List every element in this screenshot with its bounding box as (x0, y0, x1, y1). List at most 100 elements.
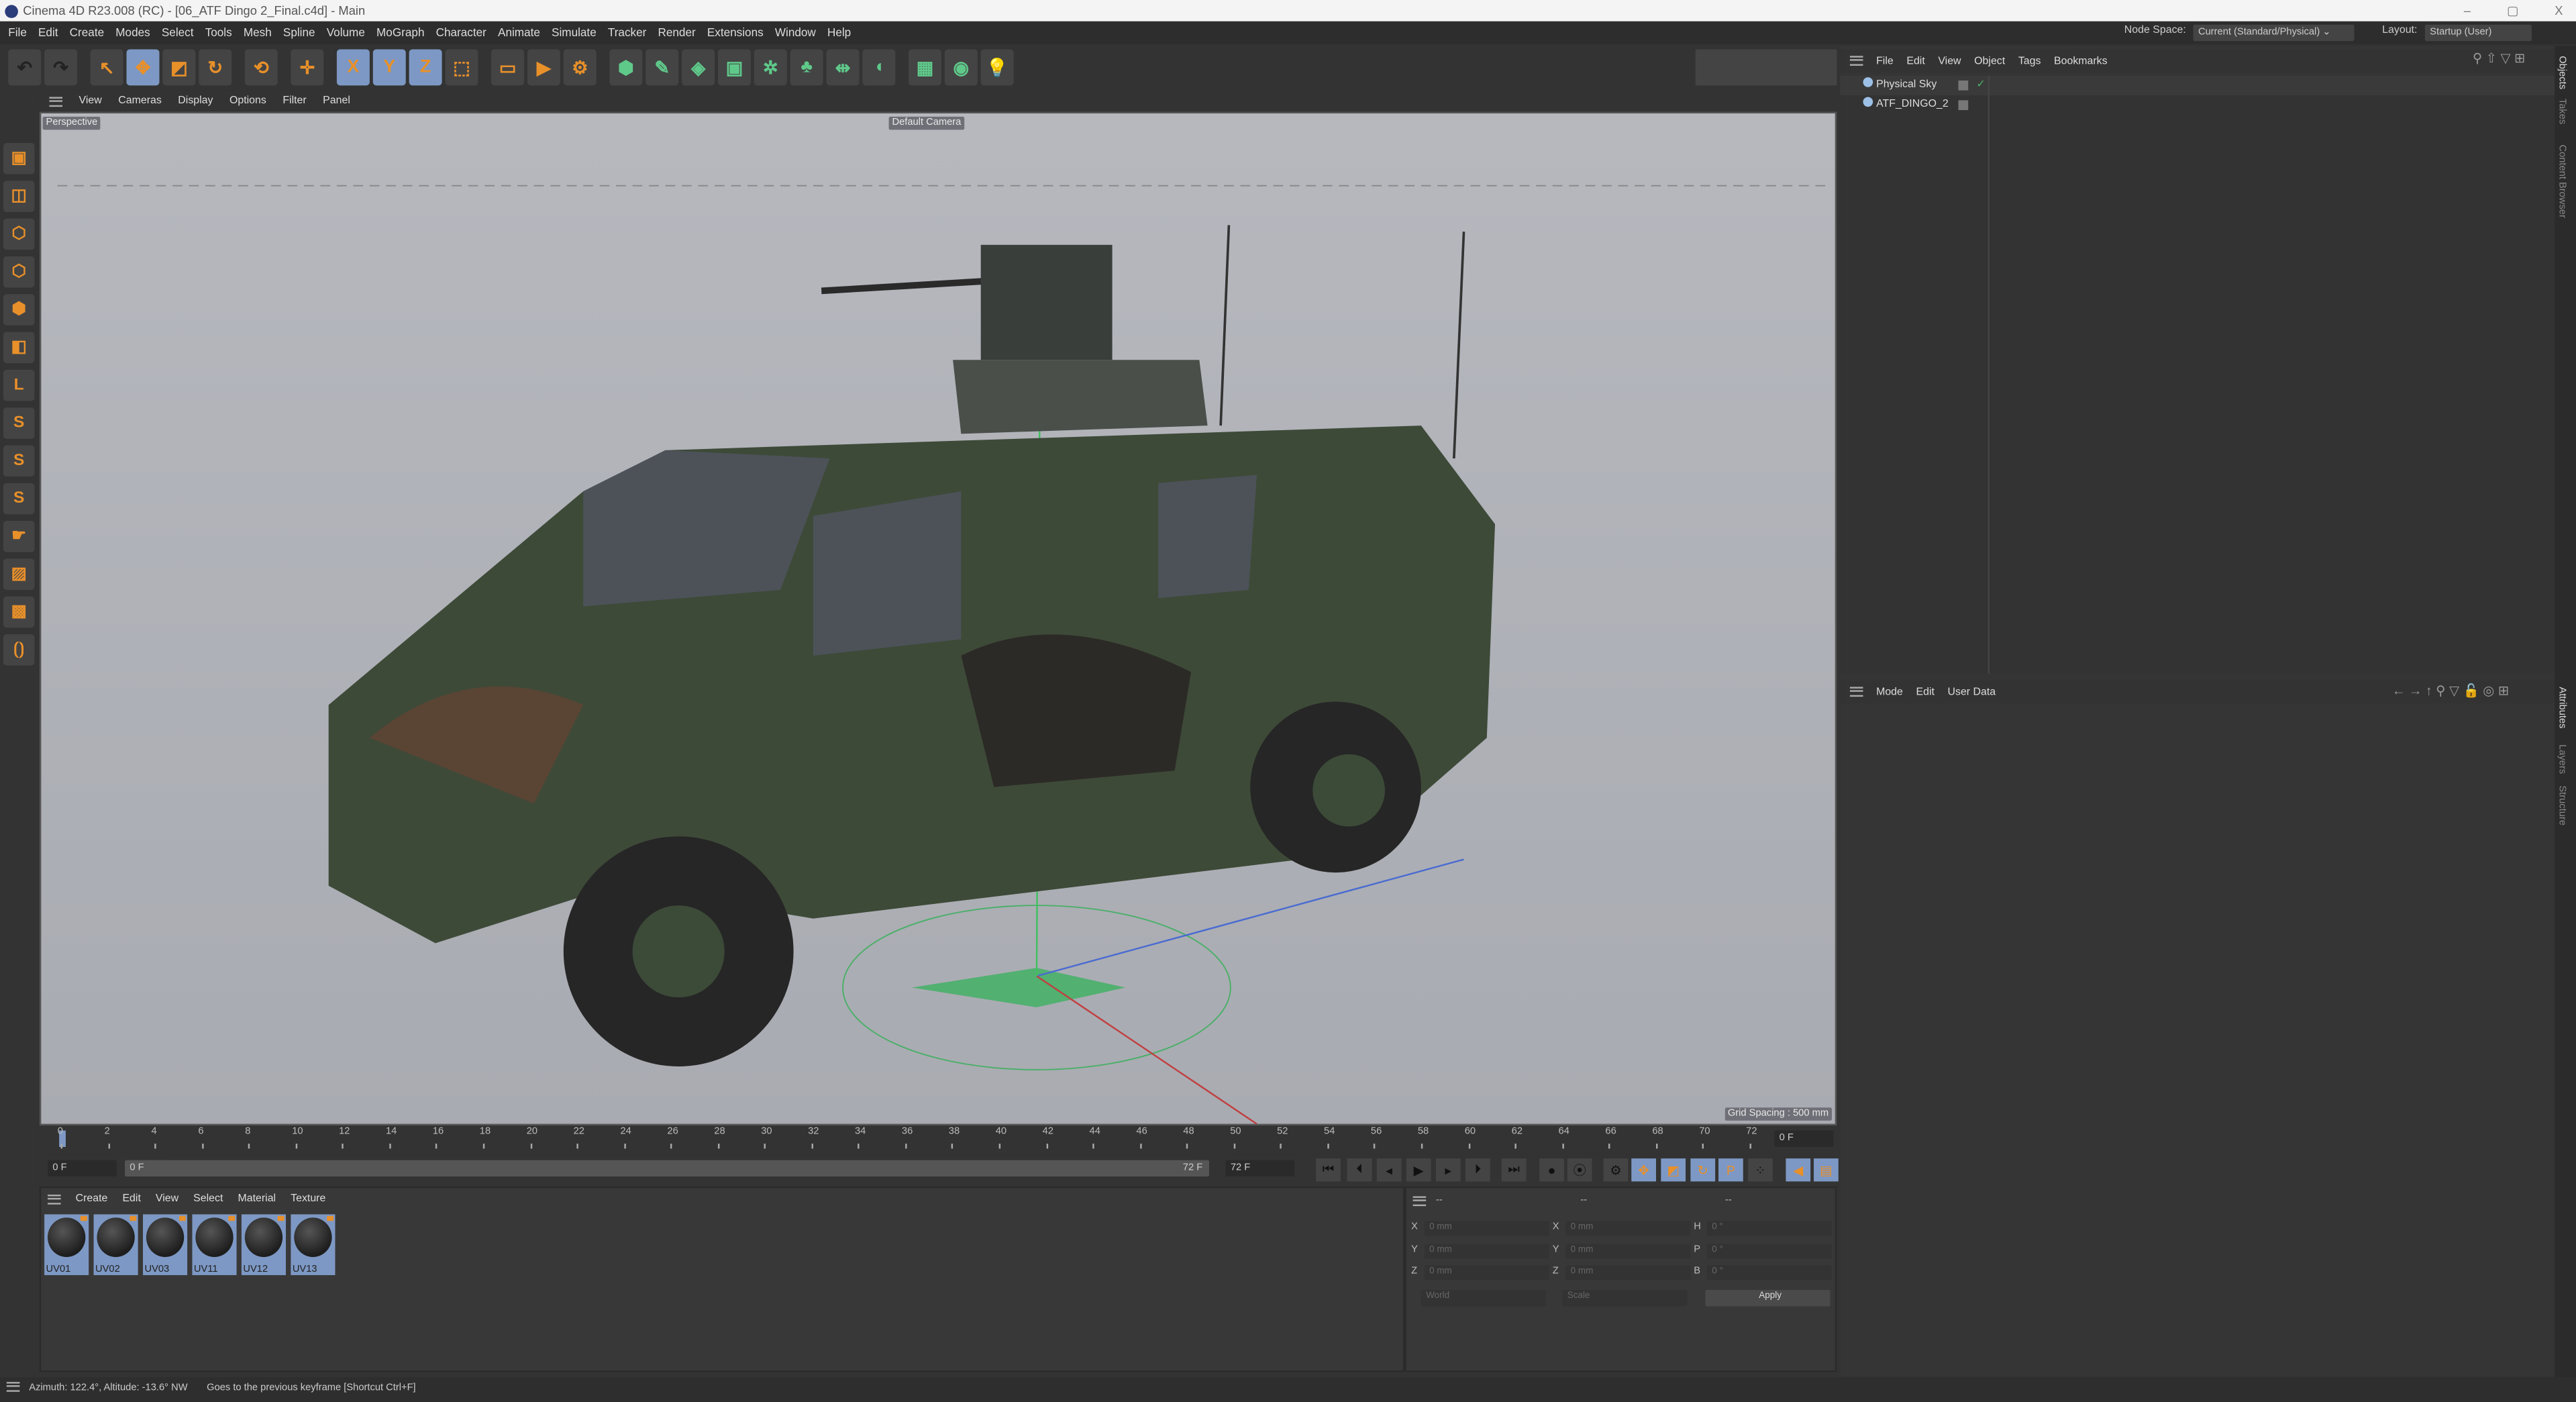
status-menu-icon[interactable] (6, 1383, 20, 1393)
material-swatch[interactable]: UV13 (291, 1214, 336, 1275)
material-swatch[interactable]: UV11 (192, 1214, 237, 1275)
points-mode-icon[interactable]: ⬡ (3, 218, 35, 250)
menu-select[interactable]: Select (162, 27, 194, 38)
coord-mode-dropdown[interactable]: World (1421, 1289, 1546, 1307)
object-menu-bookmarks[interactable]: Bookmarks (2054, 55, 2108, 66)
tab-content-browser[interactable]: Content Browser (2557, 144, 2567, 217)
tweak-icon[interactable]: ☛ (3, 521, 35, 552)
enabled-check-icon[interactable]: ✓ (1976, 76, 1985, 95)
menu-mesh[interactable]: Mesh (244, 27, 272, 38)
material-menu-create[interactable]: Create (76, 1193, 108, 1205)
snap-workplane-icon[interactable]: S (3, 483, 35, 515)
cloner-icon[interactable]: ✲ (754, 49, 787, 86)
x-axis-icon[interactable]: X (336, 49, 370, 86)
coord-input-x[interactable]: 0 mm (1565, 1221, 1691, 1236)
axis-icon[interactable]: L (3, 369, 35, 401)
workplane-icon[interactable]: ▨ (3, 558, 35, 590)
viewport-menu-panel[interactable]: Panel (323, 95, 350, 107)
object-menu-icon[interactable] (1849, 56, 1863, 66)
viewport-menu-filter[interactable]: Filter (282, 95, 306, 107)
attribute-nav-tools[interactable]: ← → ↑ ⚲ ▽ 🔓 ◎ ⊞ (2392, 684, 2509, 699)
current-frame-field[interactable]: 0 F (1774, 1130, 1834, 1147)
texture-mode-icon[interactable]: ◫ (3, 181, 35, 212)
record-button[interactable]: ● (1539, 1158, 1564, 1182)
material-menu-texture[interactable]: Texture (291, 1193, 325, 1205)
psr-icon[interactable]: ⟲ (244, 49, 278, 86)
frame-range-slider[interactable]: 0 F 72 F (125, 1160, 1210, 1177)
first-frame-button[interactable]: ⏮ (1316, 1158, 1341, 1182)
menu-simulate[interactable]: Simulate (552, 27, 597, 38)
viewport-3d[interactable]: Perspective Default Camera Grid Spacing … (39, 111, 1837, 1126)
undo-icon[interactable]: ↶ (8, 49, 42, 86)
material-menu-view[interactable]: View (156, 1193, 178, 1205)
coord-menu-icon[interactable] (1412, 1196, 1427, 1207)
redo-icon[interactable]: ↷ (44, 49, 78, 86)
material-swatch[interactable]: UV12 (241, 1214, 287, 1275)
snap-settings-icon[interactable]: S (3, 445, 35, 477)
coord-input-z[interactable]: 0 mm (1565, 1265, 1691, 1281)
object-menu-object[interactable]: Object (1974, 55, 2005, 66)
menu-volume[interactable]: Volume (327, 27, 365, 38)
model-mode-icon[interactable]: ▣ (3, 143, 35, 174)
material-swatch[interactable]: UV03 (143, 1214, 188, 1275)
viewport-menu-display[interactable]: Display (178, 95, 213, 107)
cube-icon[interactable]: ⬢ (609, 49, 643, 86)
material-menu-icon[interactable] (48, 1193, 61, 1204)
attr-menu-edit[interactable]: Edit (1916, 686, 1934, 697)
coord-system-icon[interactable]: ⬚ (445, 49, 478, 86)
prev-frame-button[interactable]: ◂ (1376, 1158, 1402, 1182)
coord-transform-dropdown[interactable]: Scale (1562, 1289, 1688, 1307)
attr-menu-mode[interactable]: Mode (1876, 686, 1903, 697)
add-icon[interactable]: ✛ (291, 49, 324, 86)
menu-window[interactable]: Window (775, 27, 816, 38)
pla-key-button[interactable]: ⁘ (1748, 1158, 1773, 1182)
menu-animate[interactable]: Animate (498, 27, 540, 38)
tab-objects[interactable]: Objects (2557, 56, 2567, 89)
menu-edit[interactable]: Edit (38, 27, 58, 38)
material-menu-select[interactable]: Select (193, 1193, 223, 1205)
minimize-button[interactable]: – (2464, 0, 2471, 21)
prev-keyframe-button[interactable]: ⏴ (1347, 1158, 1372, 1182)
light-icon[interactable]: 💡 (980, 49, 1014, 86)
object-menu-edit[interactable]: Edit (1906, 55, 1924, 66)
next-keyframe-button[interactable]: ⏵ (1465, 1158, 1490, 1182)
menu-spline[interactable]: Spline (283, 27, 315, 38)
y-axis-icon[interactable]: Y (372, 49, 406, 86)
mograph-icon[interactable]: ♣ (790, 49, 823, 86)
tab-attributes[interactable]: Attributes (2557, 687, 2567, 728)
move-key-button[interactable]: ✥ (1631, 1158, 1656, 1182)
object-row[interactable]: ATF_DINGO_2 (1840, 95, 2555, 115)
object-menu-view[interactable]: View (1938, 55, 1961, 66)
locked-workplane-icon[interactable]: ⟮⟯ (3, 634, 35, 666)
tab-layers[interactable]: Layers (2557, 744, 2567, 774)
z-axis-icon[interactable]: Z (409, 49, 442, 86)
viewport-menu-view[interactable]: View (79, 95, 102, 107)
material-swatch[interactable]: UV01 (44, 1214, 89, 1275)
viewport-menu-icon[interactable] (49, 96, 63, 106)
apply-button[interactable]: Apply (1705, 1289, 1831, 1307)
coord-input-y[interactable]: 0 mm (1565, 1243, 1691, 1258)
rotate-key-button[interactable]: ↻ (1690, 1158, 1716, 1182)
node-space-dropdown[interactable]: Current (Standard/Physical) ⌄ (2193, 24, 2355, 42)
menu-extensions[interactable]: Extensions (707, 27, 764, 38)
material-swatch[interactable]: UV02 (93, 1214, 138, 1275)
close-button[interactable]: X (2555, 0, 2563, 21)
polygons-mode-icon[interactable]: ⬢ (3, 294, 35, 326)
pen-icon[interactable]: ✎ (646, 49, 679, 86)
next-frame-button[interactable]: ▸ (1435, 1158, 1461, 1182)
layout-dropdown[interactable]: Startup (User) (2424, 24, 2532, 42)
scale-key-button[interactable]: ◩ (1661, 1158, 1686, 1182)
menu-mograph[interactable]: MoGraph (376, 27, 424, 38)
render-region-icon[interactable]: ▭ (491, 49, 525, 86)
sketch-tools[interactable] (1695, 49, 1837, 86)
scale-icon[interactable]: ◩ (162, 49, 196, 86)
edges-mode-icon[interactable]: ⬡ (3, 256, 35, 288)
visibility-toggle[interactable] (1958, 100, 1969, 111)
menu-character[interactable]: Character (436, 27, 486, 38)
autokey-button[interactable]: ⦿ (1567, 1158, 1592, 1182)
render-settings-icon[interactable]: ⚙ (563, 49, 597, 86)
material-menu-edit[interactable]: Edit (122, 1193, 140, 1205)
coord-input-y[interactable]: 0 mm (1424, 1243, 1549, 1258)
uv-mode-icon[interactable]: ◧ (3, 332, 35, 364)
menu-file[interactable]: File (8, 27, 27, 38)
